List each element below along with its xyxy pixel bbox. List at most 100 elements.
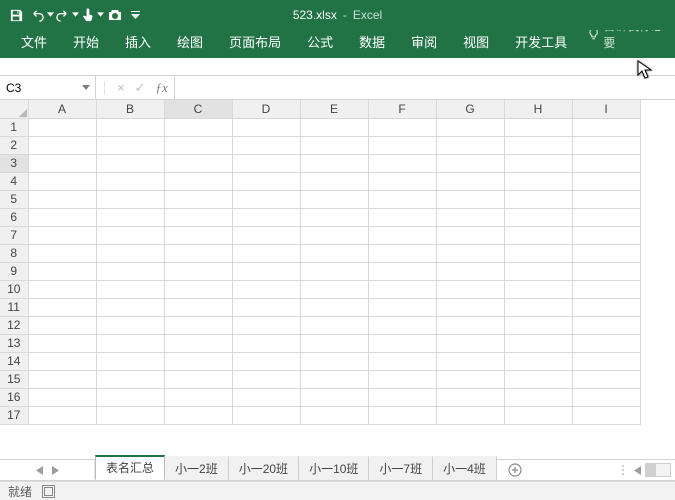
cell[interactable]: [368, 316, 436, 334]
column-header[interactable]: F: [368, 100, 436, 118]
cell[interactable]: [28, 154, 96, 172]
cell[interactable]: [504, 136, 572, 154]
cell[interactable]: [96, 316, 164, 334]
cell[interactable]: [572, 352, 640, 370]
cell[interactable]: [232, 136, 300, 154]
cell[interactable]: [368, 298, 436, 316]
cell[interactable]: [164, 388, 232, 406]
cell[interactable]: [368, 370, 436, 388]
cell[interactable]: [232, 244, 300, 262]
cell[interactable]: [232, 334, 300, 352]
cell[interactable]: [96, 244, 164, 262]
cell[interactable]: [436, 208, 504, 226]
row-header[interactable]: 5: [0, 190, 28, 208]
touch-icon[interactable]: [80, 4, 101, 26]
cell[interactable]: [300, 154, 368, 172]
cell[interactable]: [232, 280, 300, 298]
cell[interactable]: [164, 208, 232, 226]
cell[interactable]: [232, 154, 300, 172]
cell[interactable]: [96, 154, 164, 172]
cell[interactable]: [96, 370, 164, 388]
cell[interactable]: [164, 244, 232, 262]
cell[interactable]: [164, 118, 232, 136]
cell[interactable]: [96, 118, 164, 136]
sheet-nav-prev-icon[interactable]: [32, 463, 46, 477]
cell[interactable]: [300, 262, 368, 280]
cell[interactable]: [28, 280, 96, 298]
row-header[interactable]: 14: [0, 352, 28, 370]
cell[interactable]: [300, 406, 368, 424]
cell[interactable]: [232, 208, 300, 226]
row-header[interactable]: 2: [0, 136, 28, 154]
cell[interactable]: [28, 226, 96, 244]
cell[interactable]: [572, 172, 640, 190]
cell[interactable]: [504, 388, 572, 406]
cell[interactable]: [572, 244, 640, 262]
row-header[interactable]: 9: [0, 262, 28, 280]
formula-input[interactable]: [175, 76, 675, 99]
cell[interactable]: [164, 316, 232, 334]
cell[interactable]: [28, 352, 96, 370]
cell[interactable]: [572, 262, 640, 280]
row-header[interactable]: 16: [0, 388, 28, 406]
cell[interactable]: [504, 190, 572, 208]
sheet-split-handle-icon[interactable]: ⋮: [617, 463, 630, 477]
cell[interactable]: [504, 334, 572, 352]
hscroll-left-icon[interactable]: [634, 466, 641, 475]
cell[interactable]: [164, 280, 232, 298]
cell[interactable]: [368, 226, 436, 244]
cell[interactable]: [368, 208, 436, 226]
row-header[interactable]: 1: [0, 118, 28, 136]
cell[interactable]: [368, 172, 436, 190]
column-header[interactable]: H: [504, 100, 572, 118]
cell[interactable]: [164, 406, 232, 424]
cell[interactable]: [504, 226, 572, 244]
cell[interactable]: [368, 136, 436, 154]
cell[interactable]: [368, 352, 436, 370]
cell[interactable]: [436, 172, 504, 190]
cell[interactable]: [436, 298, 504, 316]
cell[interactable]: [300, 172, 368, 190]
cell[interactable]: [572, 136, 640, 154]
cell[interactable]: [504, 370, 572, 388]
cell[interactable]: [28, 370, 96, 388]
row-header[interactable]: 10: [0, 280, 28, 298]
cell[interactable]: [572, 190, 640, 208]
redo-icon[interactable]: [55, 4, 76, 26]
cell[interactable]: [368, 244, 436, 262]
cell[interactable]: [96, 208, 164, 226]
cell[interactable]: [96, 388, 164, 406]
cell[interactable]: [436, 370, 504, 388]
cell[interactable]: [436, 118, 504, 136]
cell[interactable]: [164, 370, 232, 388]
column-header[interactable]: D: [232, 100, 300, 118]
cell[interactable]: [436, 244, 504, 262]
cell[interactable]: [436, 388, 504, 406]
cell[interactable]: [572, 370, 640, 388]
cell[interactable]: [28, 172, 96, 190]
tab-data[interactable]: 数据: [346, 26, 398, 58]
cell[interactable]: [232, 298, 300, 316]
cell[interactable]: [504, 172, 572, 190]
cell[interactable]: [504, 244, 572, 262]
name-box-dropdown-icon[interactable]: [79, 81, 93, 95]
row-header[interactable]: 12: [0, 316, 28, 334]
cell[interactable]: [164, 352, 232, 370]
cell[interactable]: [164, 298, 232, 316]
cell[interactable]: [504, 118, 572, 136]
cell[interactable]: [572, 334, 640, 352]
name-box[interactable]: [0, 76, 96, 99]
cell[interactable]: [436, 262, 504, 280]
tab-view[interactable]: 视图: [450, 26, 502, 58]
cell[interactable]: [436, 226, 504, 244]
cell[interactable]: [96, 280, 164, 298]
cell[interactable]: [504, 316, 572, 334]
cell[interactable]: [28, 388, 96, 406]
cell[interactable]: [164, 172, 232, 190]
cell[interactable]: [164, 154, 232, 172]
cell[interactable]: [300, 136, 368, 154]
cell[interactable]: [232, 262, 300, 280]
cell[interactable]: [96, 172, 164, 190]
cell[interactable]: [436, 334, 504, 352]
cell[interactable]: [300, 370, 368, 388]
